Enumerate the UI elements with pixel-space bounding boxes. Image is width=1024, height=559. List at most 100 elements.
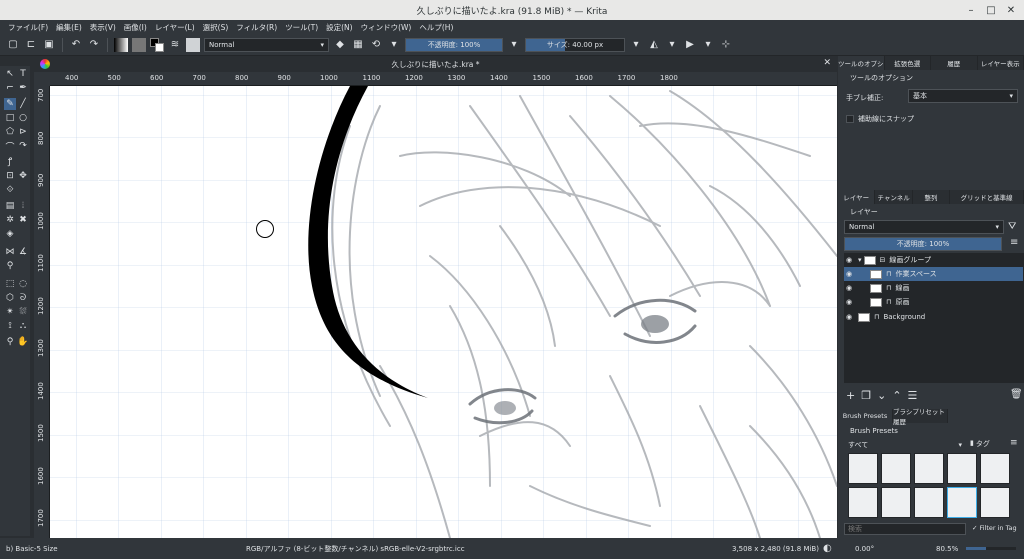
brush-preset-item[interactable] xyxy=(980,453,1010,484)
layer-opacity-slider[interactable]: 不透明度: 100% xyxy=(844,237,1002,251)
rectangle-tool-icon[interactable]: □ xyxy=(4,112,16,124)
layer-blend-select[interactable]: Normal ▾ xyxy=(844,220,1004,234)
bezier-tool-icon[interactable]: ⌒ xyxy=(4,140,16,153)
close-document-icon[interactable]: ✕ xyxy=(823,58,831,68)
redo-icon[interactable]: ↷ xyxy=(87,38,101,52)
chevron-down-icon[interactable]: ▾ xyxy=(387,38,401,52)
tab-brush-presets[interactable]: Brush Presets xyxy=(838,409,893,423)
crop-tool-icon[interactable]: ⊡ xyxy=(4,170,16,182)
assist-checkbox[interactable] xyxy=(846,115,854,123)
assistant-tool-icon[interactable]: ⋈ xyxy=(4,246,16,258)
select-shapes-icon[interactable]: ↖ xyxy=(4,68,16,80)
save-icon[interactable]: ▣ xyxy=(42,38,56,52)
eye-icon[interactable]: ◉ xyxy=(844,313,854,321)
tab-advanced-color[interactable]: 拡張色選 xyxy=(885,56,931,70)
menu-file[interactable]: ファイル(F) xyxy=(4,22,52,33)
color-swatches[interactable] xyxy=(150,37,164,52)
fill-tool-icon[interactable]: ◈ xyxy=(4,228,16,240)
rotate-icon[interactable]: ◐ xyxy=(823,543,832,554)
expand-icon[interactable]: ▾ xyxy=(858,256,862,264)
ellipse-select-icon[interactable]: ◌ xyxy=(17,278,29,290)
minimize-icon[interactable]: – xyxy=(964,3,978,17)
colorize-mask-icon[interactable]: ✲ xyxy=(4,214,16,226)
freehand-select-icon[interactable]: ᘐ xyxy=(17,292,29,304)
tab-channels[interactable]: チャンネル xyxy=(875,190,913,204)
menu-filter[interactable]: フィルタ(R) xyxy=(232,22,281,33)
text-tool-icon[interactable]: T xyxy=(17,68,29,80)
menu-image[interactable]: 画像(I) xyxy=(120,22,151,33)
opacity-slider[interactable]: 不透明度: 100% xyxy=(405,37,503,52)
menu-edit[interactable]: 編集(E) xyxy=(52,22,86,33)
gradient-tool-icon[interactable]: ▤ xyxy=(4,200,16,212)
eye-icon[interactable]: ◉ xyxy=(844,256,854,264)
chevron-down-icon[interactable]: ▾ xyxy=(701,38,715,52)
brush-preset-item[interactable] xyxy=(881,487,911,518)
close-window-icon[interactable]: ✕ xyxy=(1004,3,1018,17)
tab-align[interactable]: 整列 xyxy=(913,190,951,204)
menu-icon[interactable]: ≡ xyxy=(1010,438,1018,448)
reload-preset-icon[interactable]: ⟲ xyxy=(369,38,383,52)
brush-preset-item[interactable] xyxy=(848,453,878,484)
mirror-vertical-icon[interactable]: ▶ xyxy=(683,38,697,52)
filter-in-tag-toggle[interactable]: ✓ Filter in Tag xyxy=(972,524,1017,532)
drawing-canvas[interactable] xyxy=(50,86,837,538)
menu-icon[interactable]: ≡ xyxy=(1010,237,1018,248)
add-layer-icon[interactable]: + xyxy=(846,389,855,402)
filter-icon[interactable]: ⛛ xyxy=(1008,221,1016,232)
brush-preset-item[interactable] xyxy=(980,487,1010,518)
brush-preset-thumbnail[interactable] xyxy=(186,37,200,52)
stabilizer-select[interactable]: 基本 ▾ xyxy=(908,89,1018,103)
brush-preset-item[interactable] xyxy=(848,487,878,518)
reference-tool-icon[interactable]: ⚲ xyxy=(4,260,16,272)
tag-button[interactable]: ▮ タグ xyxy=(970,439,990,449)
zoom-tool-icon[interactable]: ⚲ xyxy=(4,336,16,348)
freehand-brush-icon[interactable]: ✎ xyxy=(4,98,16,110)
layer-row[interactable]: ◉ ▾ ⊟ 線画グループ xyxy=(844,253,1023,267)
move-down-icon[interactable]: ⌄ xyxy=(877,389,886,402)
brush-size-slider[interactable]: サイズ: 40.00 px xyxy=(525,37,625,52)
color-picker-icon[interactable]: ⦙ xyxy=(17,200,29,212)
brush-search-input[interactable] xyxy=(844,523,966,535)
open-folder-icon[interactable]: ⊏ xyxy=(24,38,38,52)
smart-patch-icon[interactable]: ✖ xyxy=(17,214,29,226)
layer-properties-icon[interactable]: ☰ xyxy=(908,389,918,402)
document-tab[interactable]: 久しぶりに描いたよ.kra * ✕ xyxy=(34,56,837,72)
freehand-path-icon[interactable]: ↷ xyxy=(17,140,29,152)
polygon-tool-icon[interactable]: ⬠ xyxy=(4,126,16,138)
brush-preset-item[interactable] xyxy=(914,453,944,484)
menu-tools[interactable]: ツール(T) xyxy=(281,22,322,33)
menu-help[interactable]: ヘルプ(H) xyxy=(415,22,457,33)
move-up-icon[interactable]: ⌃ xyxy=(892,389,901,402)
eye-icon[interactable]: ◉ xyxy=(844,270,854,278)
tab-layers[interactable]: レイヤー xyxy=(838,190,876,204)
delete-layer-icon[interactable]: 🗑 xyxy=(1010,389,1023,400)
tab-brush-history[interactable]: ブラシプリセット履歴 xyxy=(893,408,948,426)
tab-history[interactable]: 履歴 xyxy=(931,56,978,70)
undo-icon[interactable]: ↶ xyxy=(69,38,83,52)
assist-snap-toggle[interactable]: 補助線にスナップ xyxy=(846,114,914,124)
contiguous-select-icon[interactable]: ✴ xyxy=(4,306,16,318)
measure-tool-icon[interactable]: ∡ xyxy=(17,246,29,258)
brush-preset-item[interactable] xyxy=(947,487,977,518)
menu-select[interactable]: 選択(S) xyxy=(199,22,233,33)
menu-window[interactable]: ウィンドウ(W) xyxy=(357,22,416,33)
dynamic-brush-icon[interactable]: ꝭ xyxy=(4,154,16,167)
pattern-icon[interactable] xyxy=(132,37,146,52)
duplicate-layer-icon[interactable]: ❐ xyxy=(861,389,871,402)
new-document-icon[interactable]: ▢ xyxy=(6,38,20,52)
rect-select-icon[interactable]: ⬚ xyxy=(4,278,16,290)
preserve-alpha-icon[interactable]: ▦ xyxy=(351,38,365,52)
gradient-icon[interactable] xyxy=(114,37,128,52)
brush-filter-select[interactable]: すべて ▾ xyxy=(844,439,966,451)
brush-preset-item[interactable] xyxy=(881,453,911,484)
menu-settings[interactable]: 設定(N) xyxy=(322,22,356,33)
similar-select-icon[interactable]: ⛆ xyxy=(17,306,29,318)
ellipse-tool-icon[interactable]: ○ xyxy=(17,112,29,124)
line-tool-icon[interactable]: ╱ xyxy=(17,98,29,110)
layer-row[interactable]: ◉ ⊓ 原画 xyxy=(844,295,1023,309)
wrap-around-icon[interactable]: ⊹ xyxy=(719,38,733,52)
edit-shapes-icon[interactable]: ⌐ xyxy=(4,82,16,94)
move-tool-icon[interactable]: ✥ xyxy=(17,170,29,182)
eye-icon[interactable]: ◉ xyxy=(844,284,854,292)
polygon-select-icon[interactable]: ⬡ xyxy=(4,292,16,304)
